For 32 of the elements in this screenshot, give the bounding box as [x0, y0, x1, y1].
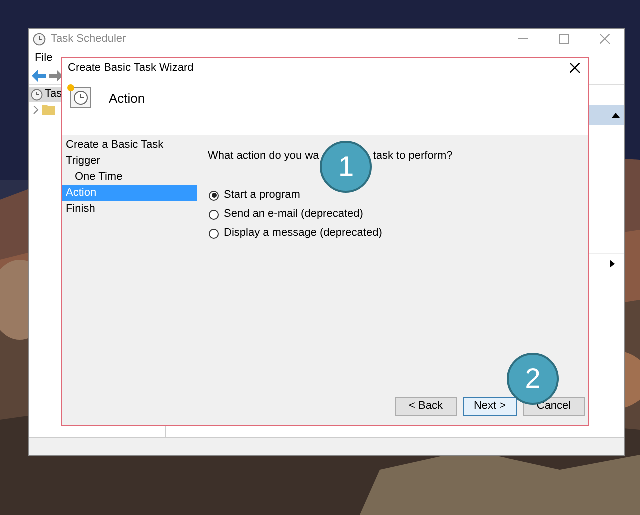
maximize-icon[interactable] — [559, 34, 569, 44]
task-clock-icon — [67, 84, 93, 110]
radio-option[interactable]: Send an e-mail (deprecated) — [209, 206, 364, 222]
page-heading: Action — [109, 90, 146, 108]
collapse-icon[interactable] — [612, 112, 620, 118]
radio-option[interactable]: Start a program — [209, 188, 300, 204]
forward-arrow-icon[interactable] — [49, 70, 63, 82]
radio-button[interactable] — [209, 228, 219, 238]
wizard-step: Action — [62, 185, 197, 201]
clock-icon — [31, 88, 43, 100]
radio-button[interactable] — [209, 190, 219, 200]
wizard-step: Create a Basic Task — [62, 137, 197, 153]
radio-option[interactable]: Display a message (deprecated) — [209, 226, 382, 242]
window-title: Task Scheduler — [51, 32, 126, 47]
clock-icon — [33, 32, 46, 46]
wizard-step: One Time — [62, 169, 197, 185]
dialog-title: Create Basic Task Wizard — [68, 60, 194, 76]
wizard-step: Trigger — [62, 153, 197, 169]
pane-header[interactable] — [589, 105, 624, 125]
question-text: What action do you wa — [208, 149, 320, 164]
folder-icon — [42, 104, 55, 115]
close-icon[interactable] — [570, 63, 580, 73]
wizard-step: Finish — [62, 201, 197, 217]
dialog-button[interactable]: < Back — [395, 397, 457, 416]
submenu-arrow-icon[interactable] — [610, 260, 615, 268]
radio-button[interactable] — [209, 210, 219, 220]
dialog-button[interactable]: Next > — [463, 397, 517, 416]
step-number-badge: 1 — [320, 141, 372, 193]
chevron-icon[interactable] — [33, 106, 39, 114]
back-arrow-icon[interactable] — [32, 70, 46, 82]
question-text: task to perform? — [373, 149, 453, 164]
menu-item[interactable]: File — [35, 50, 53, 66]
